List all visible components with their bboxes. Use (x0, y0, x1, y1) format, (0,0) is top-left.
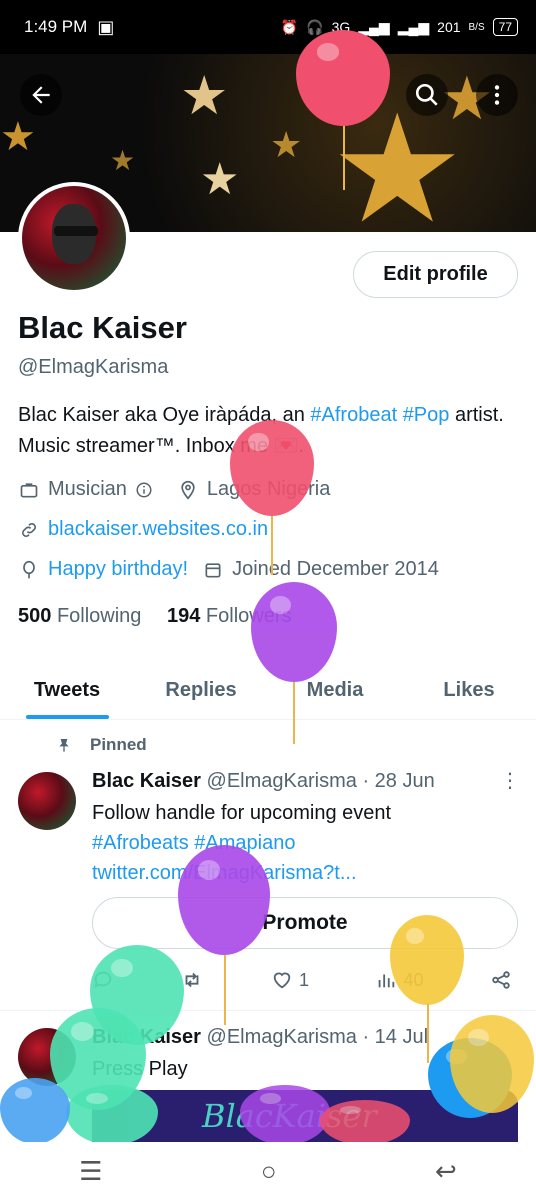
profile-category: Musician (48, 478, 127, 500)
star-decoration: ★ (270, 124, 303, 165)
balloon-string (427, 1003, 429, 1063)
home-icon[interactable]: ○ (261, 1156, 277, 1187)
network-speed-unit: B/S (468, 21, 485, 33)
star-decoration: ★ (110, 145, 136, 176)
status-time: 1:49 PM (24, 17, 88, 36)
retweet-button[interactable] (180, 969, 204, 991)
balloon-string (293, 682, 295, 744)
hashtag-link[interactable]: #Pop (403, 404, 450, 426)
star-decoration: ★ (0, 115, 36, 159)
profile-website-link[interactable]: blackaiser.websites.co.in (48, 518, 268, 541)
like-count: 1 (298, 969, 309, 990)
calendar-icon (202, 559, 224, 581)
status-bar: 1:49 PM ▣ ⏰ 🎧 3G ▂▄▆ ▂▄▆ 201 B/S 77 (0, 0, 536, 54)
network-speed: 201 (437, 19, 461, 35)
signal-icon: ▂▄▆ (358, 18, 390, 35)
tweet-date[interactable]: · 14 Jul (362, 1026, 428, 1048)
balloon-icon (18, 559, 40, 581)
pinned-indicator: Pinned (56, 735, 147, 755)
location-icon (177, 479, 199, 501)
pin-icon (59, 739, 69, 752)
pinned-label: Pinned (90, 735, 147, 754)
tweet-avatar[interactable] (18, 772, 76, 830)
back-button[interactable] (20, 74, 62, 116)
balloon-decoration (450, 1015, 534, 1113)
following-label: Following (56, 605, 142, 627)
link-icon (18, 519, 40, 541)
hashtag-link[interactable]: #Afrobeat (310, 404, 397, 426)
arrow-left-icon (32, 86, 50, 104)
star-decoration: ★ (200, 155, 240, 204)
following-count: 500 (18, 605, 52, 627)
search-button[interactable] (406, 74, 448, 116)
briefcase-icon (18, 479, 40, 501)
balloon-decoration (230, 420, 314, 516)
balloon-string (224, 955, 226, 1025)
star-decoration: ★ (180, 66, 229, 126)
screen-cast-icon: ▣ (97, 16, 115, 37)
info-icon[interactable] (133, 479, 155, 501)
tweet-date[interactable]: · 28 Jun (362, 770, 434, 792)
tweet-author-handle[interactable]: @ElmagKarisma (207, 1026, 357, 1048)
tab-tweets[interactable]: Tweets (0, 662, 134, 719)
followers-count: 194 (166, 605, 201, 627)
retweet-icon (186, 972, 199, 988)
search-icon (415, 83, 438, 106)
battery-indicator: 77 (492, 18, 518, 36)
tweet-author-handle[interactable]: @ElmagKarisma (207, 770, 357, 792)
profile-website-row: blackaiser.websites.co.in (18, 518, 268, 541)
balloon-string (343, 120, 345, 190)
tab-replies[interactable]: Replies (134, 662, 268, 719)
profile-handle: @ElmagKarisma (18, 356, 169, 378)
headphones-icon: 🎧 (306, 18, 324, 35)
status-right: ⏰ 🎧 3G ▂▄▆ ▂▄▆ 201 B/S 77 (281, 18, 518, 36)
profile-dates-row: Happy birthday! Joined December 2014 (18, 558, 439, 581)
tab-likes[interactable]: Likes (402, 662, 536, 719)
share-button[interactable] (490, 969, 512, 991)
profile-avatar[interactable] (18, 182, 130, 294)
edit-profile-button[interactable]: Edit profile (353, 251, 518, 298)
tweet-header: Blac Kaiser @ElmagKarisma · 28 Jun (92, 770, 435, 793)
birthday-link[interactable]: Happy birthday! (48, 558, 188, 581)
back-nav-icon[interactable]: ↩ (435, 1156, 457, 1187)
more-button[interactable] (476, 74, 518, 116)
share-icon (492, 971, 510, 989)
tweet-more-icon[interactable]: ⋮ (500, 768, 520, 793)
like-button[interactable]: 1 (271, 969, 309, 991)
avatar-glasses (54, 226, 98, 236)
tweet-author-name[interactable]: Blac Kaiser (92, 770, 201, 792)
profile-name: Blac Kaiser (18, 310, 187, 345)
more-vertical-icon (494, 85, 500, 105)
tweet-line: Follow handle for upcoming event (92, 802, 392, 824)
profile-joined: Joined December 2014 (232, 558, 439, 580)
signal-icon-2: ▂▄▆ (397, 18, 430, 35)
alarm-icon: ⏰ (280, 18, 299, 35)
heart-icon (273, 972, 291, 989)
following-link[interactable]: 500 Following (18, 605, 141, 627)
balloon-decoration (0, 1078, 70, 1144)
balloon-string (271, 515, 273, 575)
system-nav-bar: ☰ ○ ↩ (0, 1142, 536, 1200)
recent-apps-icon[interactable]: ☰ (79, 1156, 102, 1187)
